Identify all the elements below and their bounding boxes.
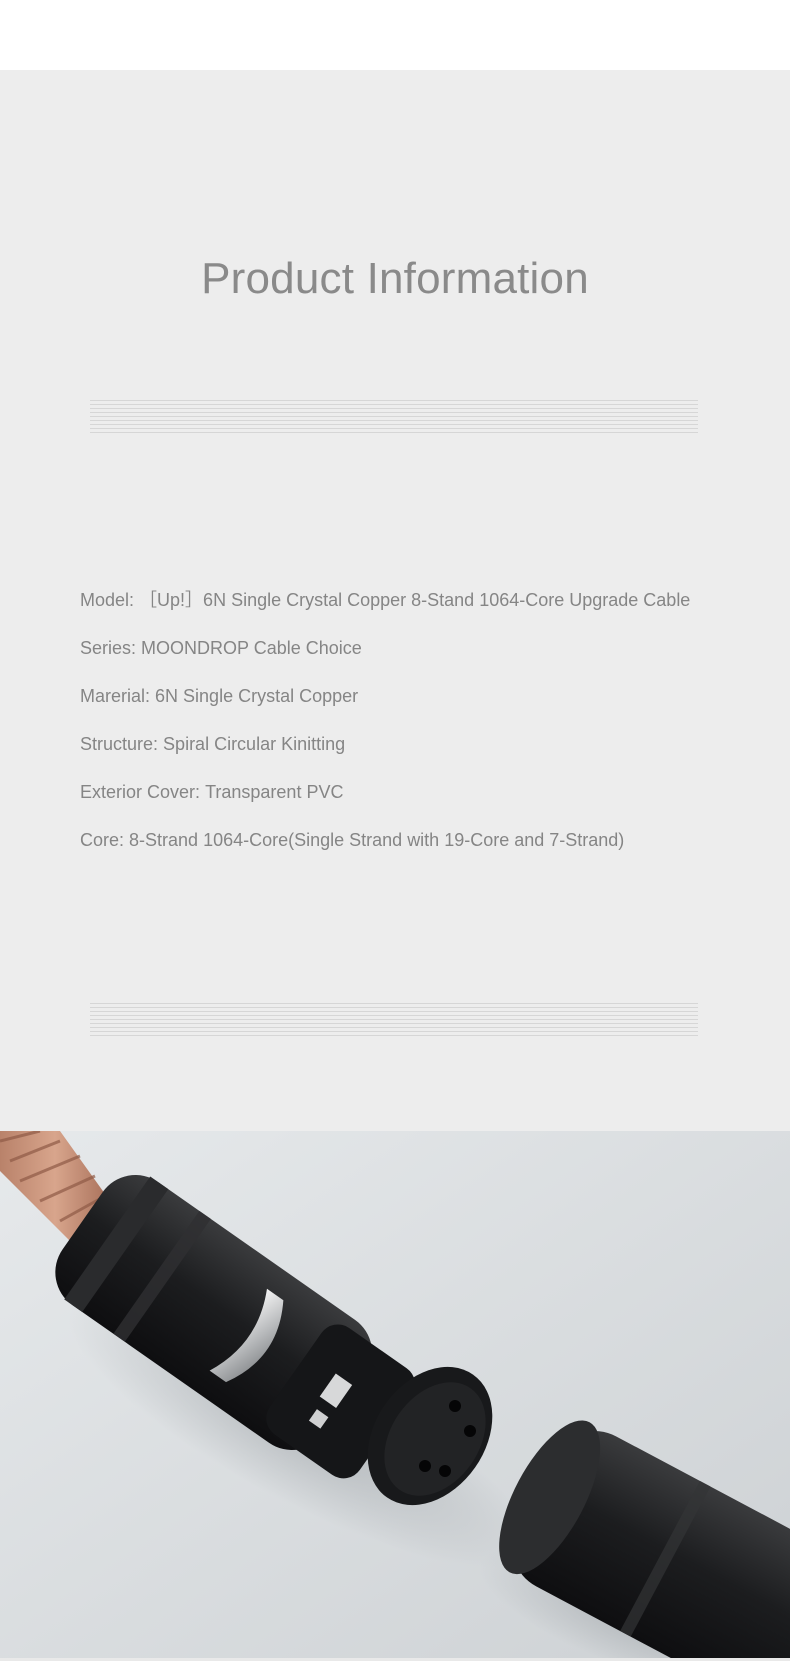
section-title: Product Information	[201, 254, 589, 303]
spec-label: Model:	[80, 590, 135, 610]
spec-label: Structure:	[80, 734, 159, 754]
spec-item-core: Core: 8-Strand 1064-Core(Single Strand w…	[80, 826, 690, 874]
decorative-line-rule-bottom	[90, 1003, 698, 1037]
spec-value: 8-Strand 1064-Core(Single Strand with 19…	[129, 830, 625, 850]
product-info-panel: Product Information Model: ［Up!］6N Singl…	[0, 70, 790, 1131]
product-photo	[0, 1131, 790, 1658]
spec-label: Core:	[80, 830, 125, 850]
spec-label: Marerial:	[80, 686, 151, 706]
top-spacer	[0, 0, 790, 70]
spec-value: Transparent PVC	[205, 782, 344, 802]
spec-label: Exterior Cover:	[80, 782, 201, 802]
spec-list: Model: ［Up!］6N Single Crystal Copper 8-S…	[80, 586, 690, 874]
spec-value: ［Up!］6N Single Crystal Copper 8-Stand 10…	[139, 590, 691, 610]
spec-item-exterior-cover: Exterior Cover: Transparent PVC	[80, 778, 690, 826]
xlr-connector-illustration	[0, 1131, 790, 1658]
spec-value: MOONDROP Cable Choice	[141, 638, 362, 658]
spec-item-material: Marerial: 6N Single Crystal Copper	[80, 682, 690, 730]
spec-label: Series:	[80, 638, 137, 658]
spec-item-structure: Structure: Spiral Circular Kinitting	[80, 730, 690, 778]
decorative-line-rule-top	[90, 400, 698, 434]
spec-item-model: Model: ［Up!］6N Single Crystal Copper 8-S…	[80, 586, 690, 634]
spec-value: 6N Single Crystal Copper	[155, 686, 359, 706]
spec-item-series: Series: MOONDROP Cable Choice	[80, 634, 690, 682]
spec-value: Spiral Circular Kinitting	[163, 734, 346, 754]
